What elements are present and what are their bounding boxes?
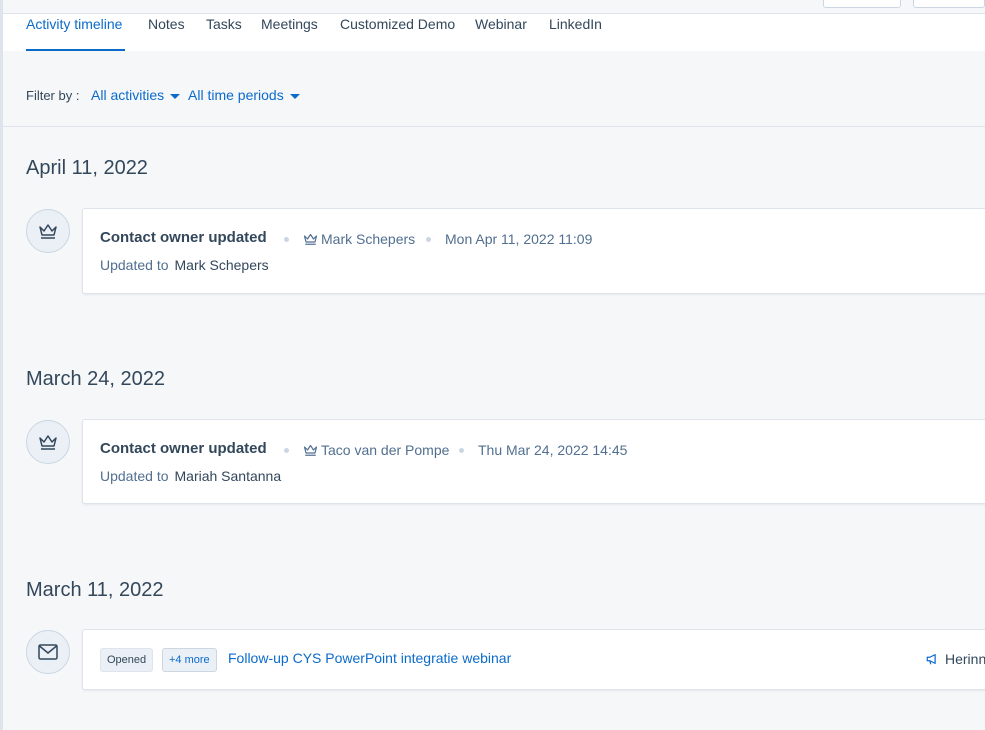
tab-bar: Activity timeline Notes Tasks Meetings C…	[3, 14, 985, 51]
activity-user-name: Taco van der Pompe	[321, 442, 450, 458]
filter-label: Filter by :	[26, 88, 80, 103]
tab-linkedin[interactable]: LinkedIn	[549, 16, 602, 32]
activity-user: Mark Schepers	[303, 231, 415, 247]
tab-meetings[interactable]: Meetings	[261, 16, 318, 32]
toolbar-button-right[interactable]	[913, 0, 985, 8]
detail-value: Mariah Santanna	[174, 468, 282, 484]
opened-badge: Opened	[100, 648, 154, 672]
email-subject-link[interactable]: Follow-up CYS PowerPoint integratie webi…	[228, 650, 511, 666]
envelope-icon	[26, 630, 70, 674]
separator-dot	[284, 448, 289, 453]
filter-activities-label: All activities	[91, 87, 165, 103]
crown-icon	[303, 233, 318, 245]
more-badge[interactable]: +4 more	[162, 648, 217, 672]
detail-label: Updated to	[100, 468, 169, 484]
filter-activities-dropdown[interactable]: All activities	[91, 87, 181, 103]
campaign-link[interactable]: Herinn	[925, 651, 985, 667]
separator-dot	[426, 237, 431, 242]
campaign-label: Herinn	[945, 651, 985, 667]
activity-user: Taco van der Pompe	[303, 442, 449, 458]
activity-user-name: Mark Schepers	[321, 231, 416, 247]
caret-down-icon	[289, 93, 300, 99]
toolbar-button-left[interactable]	[823, 0, 901, 8]
activity-timestamp: Thu Mar 24, 2022 14:45	[478, 442, 628, 458]
date-heading: April 11, 2022	[26, 157, 148, 179]
crown-icon	[303, 444, 318, 456]
tab-webinar[interactable]: Webinar	[475, 16, 527, 32]
separator-dot	[284, 237, 289, 242]
activity-title: Contact owner updated	[100, 229, 267, 246]
activity-card[interactable]: Contact owner updated Mark Schepers Mon …	[82, 208, 985, 294]
filter-periods-dropdown[interactable]: All time periods	[188, 87, 300, 103]
tab-notes[interactable]: Notes	[148, 16, 185, 32]
activity-timestamp: Mon Apr 11, 2022 11:09	[445, 231, 593, 247]
tab-customized-demo[interactable]: Customized Demo	[340, 16, 455, 32]
tab-tasks[interactable]: Tasks	[206, 16, 242, 32]
crown-icon	[26, 420, 70, 464]
activity-title: Contact owner updated	[100, 440, 267, 457]
detail-label: Updated to	[100, 257, 169, 273]
filter-periods-label: All time periods	[188, 87, 284, 103]
top-toolbar-strip	[3, 0, 985, 14]
separator-dot	[459, 448, 464, 453]
activity-card[interactable]: Contact owner updated Taco van der Pompe…	[82, 419, 985, 504]
email-activity-card[interactable]: Opened +4 more Follow-up CYS PowerPoint …	[82, 629, 985, 690]
megaphone-icon	[926, 654, 936, 665]
date-heading: March 11, 2022	[26, 579, 164, 601]
activity-detail: Updated to Mark Schepers	[100, 257, 269, 273]
caret-down-icon	[170, 93, 181, 99]
date-heading: March 24, 2022	[26, 368, 165, 390]
filter-bar: Filter by : All activities All time peri…	[3, 51, 985, 127]
crown-icon	[26, 209, 70, 253]
activity-detail: Updated to Mariah Santanna	[100, 468, 281, 484]
detail-value: Mark Schepers	[174, 257, 269, 273]
tab-activity-timeline[interactable]: Activity timeline	[26, 16, 122, 32]
